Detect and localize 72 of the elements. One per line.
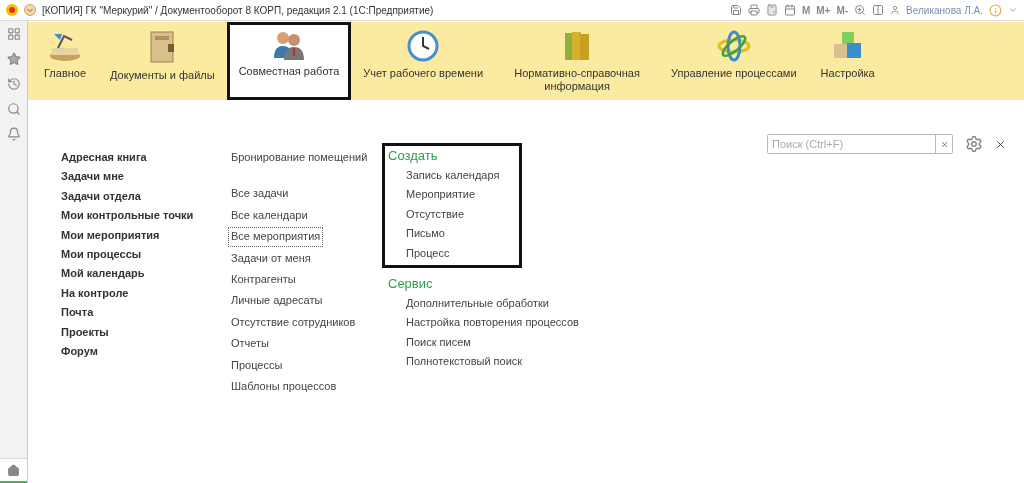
command-link[interactable]: Настройка повторения процессов [406,313,579,333]
close-icon[interactable] [995,138,1006,150]
nav-link[interactable]: Задачи отдела [61,186,141,207]
nav-link[interactable]: Адресная книга [61,148,147,168]
search-field[interactable]: Поиск (Ctrl+F) [767,134,953,154]
command-link[interactable]: Письмо [406,224,500,244]
history-icon[interactable] [6,77,21,91]
nav-link[interactable]: Личные адресаты [228,291,326,311]
home-icon [7,463,20,477]
user-name[interactable]: Великанова Л.А. [906,4,983,16]
columns-icon[interactable] [872,4,885,16]
grid-icon[interactable] [6,27,21,41]
nav-link[interactable]: На контроле [61,283,129,304]
nav-link[interactable]: Задачи от меня [228,248,314,269]
nav-link[interactable]: Мои процессы [61,245,142,265]
settings-icon[interactable] [965,135,983,153]
clear-button[interactable] [935,135,952,153]
memory-button[interactable]: M [801,4,811,16]
section-tab[interactable]: Настройка [808,22,887,100]
command-link[interactable]: Полнотекстовый поиск [406,352,579,372]
nav-link[interactable]: Мои мероприятия [61,225,160,246]
clear-icon [939,139,949,149]
command-link[interactable]: Дополнительные обработки [406,294,579,314]
home-tab[interactable] [0,458,27,483]
nav-link[interactable]: Задачи мне [61,167,124,187]
menu-dropdown-button[interactable] [24,4,36,16]
section-tab[interactable]: Совместная работа [226,22,352,100]
search-icon[interactable] [6,102,21,116]
memory-button[interactable]: M+ [816,4,831,16]
info-icon[interactable] [989,3,1002,17]
section-tab[interactable]: Главное [32,22,99,100]
command-link[interactable]: Мероприятие [406,185,500,205]
command-link[interactable]: Отсутствие [406,204,500,225]
nav-link[interactable]: Все календари [228,205,311,226]
section-tab[interactable]: Документы и файлы [98,22,227,100]
command-link[interactable]: Запись календаря [406,166,500,186]
section-tab[interactable]: Учет рабочего времени [351,22,496,100]
print-icon[interactable] [747,4,760,16]
nav-link[interactable]: Бронирование помещений [228,148,371,168]
nav-link[interactable]: Отчеты [228,334,273,354]
nav-link[interactable]: Форум [61,342,98,362]
bell-icon[interactable] [6,127,21,141]
nav-link[interactable]: Мой календарь [61,264,145,284]
calendar-icon[interactable] [783,4,796,16]
section-tab[interactable]: Управление процессами [659,22,809,100]
nav-link[interactable]: Контрагенты [228,270,299,290]
nav-link[interactable]: Все задачи [228,184,292,204]
window-title: [КОПИЯ] ГК "Меркурий" / Документооборот 8 КОРП, редакция 2.1 (1С:Предприятие) [42,4,435,16]
section-tab[interactable]: Нормативно-справочная информация [495,22,660,100]
save-icon[interactable] [729,4,742,16]
command-link[interactable]: Процесс [406,243,500,264]
nav-link[interactable]: Шаблоны процессов [228,377,340,397]
user-icon[interactable] [890,5,901,15]
caret-icon[interactable] [1008,5,1018,15]
clock-icon [407,30,440,62]
nav-link[interactable]: Процессы [228,355,286,376]
group-title: Сервис [388,275,434,294]
calculator-icon[interactable] [765,4,778,16]
star-icon[interactable] [6,52,21,66]
app-logo-icon [6,4,18,16]
nav-link[interactable]: Все мероприятия [228,227,324,247]
nav-link[interactable]: Почта [61,303,94,323]
nav-link[interactable]: Мои контрольные точки [61,206,194,226]
folder-icon [148,30,177,64]
zoom-icon[interactable] [854,4,867,16]
memory-button[interactable]: M- [836,4,849,16]
command-link[interactable]: Поиск писем [406,332,579,353]
people-icon [271,30,306,60]
orbit-icon [716,30,751,62]
nav-link[interactable]: Отсутствие сотрудников [228,312,359,333]
nav-link[interactable]: Проекты [61,322,109,343]
group-title: Создать [388,147,439,165]
